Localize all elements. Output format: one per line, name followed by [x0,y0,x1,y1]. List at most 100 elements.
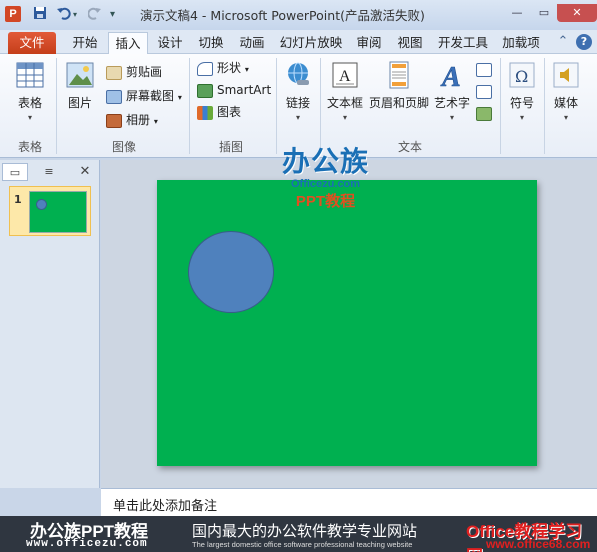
shapes-button-label: 形状 [217,61,242,75]
group-separator [56,58,57,154]
wordart-icon: A [437,60,467,94]
svg-text:A: A [339,68,351,85]
clipart-button[interactable]: 剪贴画 [106,63,162,81]
chevron-down-icon: ▾ [563,113,568,122]
link-icon [283,60,313,90]
slide-number-button[interactable] [476,82,492,100]
date-time-button[interactable] [476,60,492,78]
chevron-down-icon: ▾ [27,113,32,122]
slide-thumbnail-image [29,191,87,233]
maximize-button[interactable]: ▭ [532,4,556,22]
minimize-button[interactable]: — [505,4,529,22]
photo-album-button[interactable]: 相册 ▾ [106,111,158,129]
tab-slides[interactable]: ▭ [2,163,28,181]
chevron-down-icon: ▾ [449,113,454,122]
slide-thumbnail-panel: ▭ ≡ ✕ 1 [0,160,100,488]
tab-review[interactable]: 审阅 [350,32,388,54]
tab-home[interactable]: 开始 [64,32,106,54]
watermark-subtitle: PPT教程 [295,193,356,210]
wordart-button-label: 艺术字 [433,96,470,110]
title-bar: P ▾ ▾ 演示文稿4 - Microsoft PowerPoint(产品激活失… [0,0,597,30]
tab-insert[interactable]: 插入 [108,32,148,55]
shapes-button[interactable]: 形状 ▾ [197,59,249,77]
ribbon-tab-bar: 文件 开始 插入 设计 切换 动画 幻灯片放映 审阅 视图 开发工具 加载项 ⌃… [0,30,597,55]
date-time-icon [476,62,492,77]
chart-icon [197,105,213,120]
slide-canvas[interactable] [157,180,537,466]
smartart-icon [197,83,213,98]
picture-button[interactable]: 图片 [62,60,98,111]
table-icon [15,60,45,90]
redo-icon[interactable] [87,6,102,24]
photo-album-button-label: 相册 [126,113,151,127]
minimize-ribbon-icon[interactable]: ⌃ [555,34,571,50]
group-label-images: 图像 [111,140,136,154]
chevron-down-icon: ▾ [244,65,249,74]
table-button[interactable]: 表格 ▾ [10,60,50,122]
close-button[interactable]: ✕ [557,4,597,22]
group-label-text: 文本 [397,140,422,154]
media-button-label: 媒体 [553,96,578,110]
customize-qat-icon[interactable]: ▾ [110,6,115,24]
object-button[interactable] [476,104,492,122]
group-label-illustrations: 插图 [218,140,243,154]
group-label-tables: 表格 [17,140,42,154]
help-icon[interactable]: ? [576,34,592,50]
textbox-icon: A [330,60,360,90]
screenshot-button[interactable]: 屏幕截图 ▾ [106,87,182,105]
picture-icon [65,60,95,90]
circle-shape[interactable] [188,231,274,313]
header-footer-icon [384,60,414,90]
textbox-button[interactable]: A 文本框 ▾ [324,60,366,122]
link-button[interactable]: 链接 ▾ [280,60,316,122]
tab-outline[interactable]: ≡ [36,163,62,181]
undo-icon[interactable] [56,6,72,24]
picture-button-label: 图片 [67,96,92,110]
undo-dropdown-icon[interactable]: ▾ [73,6,77,24]
smartart-button[interactable]: SmartArt [197,81,271,99]
wordart-button[interactable]: A 艺术字 ▾ [432,60,472,122]
group-separator [189,58,190,154]
table-button-label: 表格 [17,96,42,110]
watermark-logo: 办公族 Officezu.com PPT教程 [282,140,369,211]
header-footer-button[interactable]: 页眉和页脚 [368,60,430,111]
chevron-down-icon: ▾ [342,113,347,122]
media-button[interactable]: 媒体 ▾ [548,60,584,122]
textbox-button-label: 文本框 [326,96,363,110]
tab-file[interactable]: 文件 [8,32,56,54]
footer-tagline-english: The largest domestic office software pro… [192,540,413,549]
tab-slideshow[interactable]: 幻灯片放映 [276,32,346,54]
symbol-button[interactable]: Ω 符号 ▾ [504,60,540,122]
tab-animations[interactable]: 动画 [233,32,271,54]
tab-developer[interactable]: 开发工具 [433,32,493,54]
screenshot-icon [106,89,122,104]
watermark-logo-text: 办公族 [282,146,370,177]
symbol-button-label: 符号 [509,96,534,110]
powerpoint-app-icon[interactable]: P [5,6,21,22]
header-footer-button-label: 页眉和页脚 [368,96,429,110]
notes-pane[interactable]: 单击此处添加备注 [101,488,597,516]
close-panel-icon[interactable]: ✕ [72,163,98,181]
chart-button[interactable]: 图表 [197,103,241,121]
shapes-icon [197,61,213,76]
footer-url: www.officezu.com [26,538,148,550]
omega-icon: Ω [507,60,537,90]
speaker-icon [551,60,581,90]
slide-number: 1 [14,193,22,206]
object-icon [476,106,492,121]
chevron-down-icon: ▾ [295,113,300,122]
save-icon[interactable] [33,6,47,24]
tab-view[interactable]: 视图 [391,32,429,54]
slide-thumbnail[interactable]: 1 [9,186,91,236]
slide-number-icon [476,84,492,99]
tab-addins[interactable]: 加载项 [497,32,545,54]
chart-button-label: 图表 [217,105,242,119]
footer-tagline: 国内最大的办公软件教学专业网站 [192,523,418,540]
footer-banner: 办公族PPT教程 www.officezu.com 国内最大的办公软件教学专业网… [0,516,597,552]
svg-text:Ω: Ω [515,67,528,86]
notes-placeholder: 单击此处添加备注 [113,499,218,514]
group-separator [500,58,501,154]
thumbnail-circle-shape [36,199,47,210]
tab-transitions[interactable]: 切换 [192,32,230,54]
tab-design[interactable]: 设计 [151,32,189,54]
